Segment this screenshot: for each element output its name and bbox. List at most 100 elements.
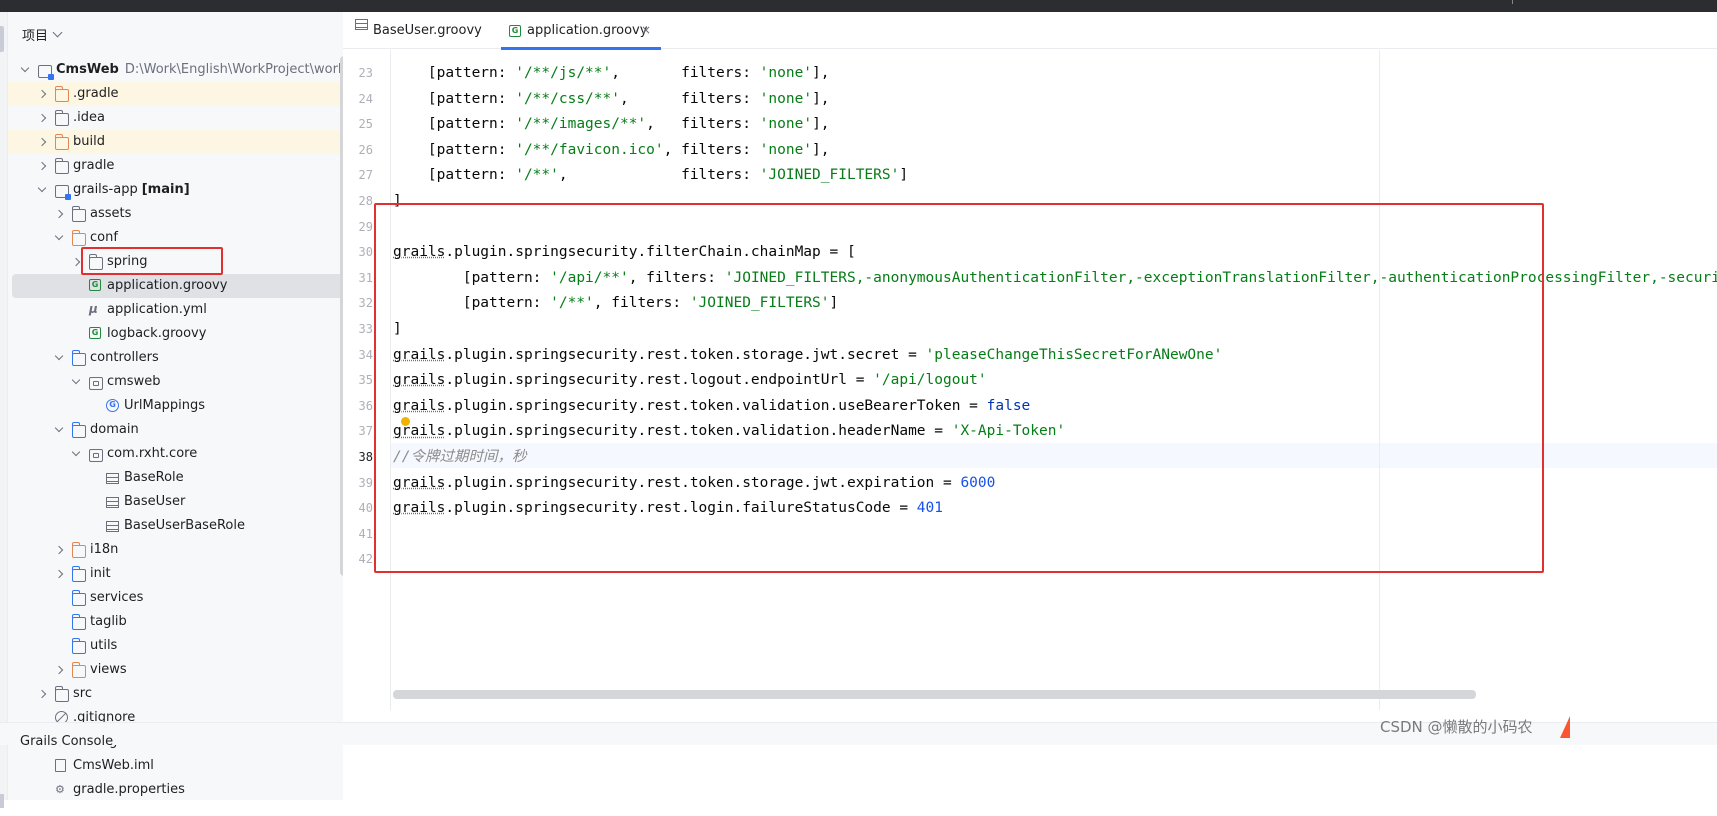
tree-item-label: controllers <box>90 346 159 370</box>
source-folder-icon <box>72 350 86 366</box>
source-folder-icon <box>72 422 86 438</box>
resource-folder-icon <box>72 662 86 678</box>
code-token: 'JOINED_FILTERS' <box>759 167 900 184</box>
tree-item[interactable]: utils <box>8 634 366 658</box>
code-token: , filters: <box>611 65 760 81</box>
tree-item[interactable]: BaseUser <box>8 490 366 514</box>
line-number: 41 <box>358 526 373 541</box>
tree-item-name: BaseUser <box>124 494 186 509</box>
tree-item-name: taglib <box>90 614 127 629</box>
chevron-right-icon[interactable] <box>37 113 47 123</box>
project-panel: 项目 CmsWeb D:\Work\English\WorkProject\wor… <box>8 12 374 800</box>
tree-item[interactable]: .idea <box>8 106 366 130</box>
chevron-right-icon[interactable] <box>37 161 47 171</box>
tree-item-name: BaseRole <box>124 470 184 485</box>
chevron-right-icon[interactable] <box>71 257 81 267</box>
code-line[interactable]: [pattern: '/**/images/**', filters: 'non… <box>393 112 830 138</box>
tree-item[interactable]: BaseRole <box>8 466 366 490</box>
code-line[interactable]: [pattern: '/**/css/**', filters: 'none']… <box>393 87 830 113</box>
chevron-right-icon[interactable] <box>54 209 64 219</box>
intention-bulb-icon[interactable] <box>401 417 410 426</box>
chevron-down-icon[interactable] <box>52 27 63 37</box>
tree-item[interactable]: src <box>8 682 366 706</box>
tree-item[interactable]: controllers <box>8 346 366 370</box>
chevron-down-icon[interactable] <box>71 447 81 457</box>
code-token: 'none' <box>759 116 813 133</box>
tree-item[interactable]: ⚙ gradle.properties <box>8 778 366 800</box>
grails-console-tab[interactable]: Grails Console <box>20 734 113 749</box>
tab-application-groovy[interactable]: G application.groovy × <box>501 12 661 50</box>
module-folder-icon <box>55 185 71 200</box>
tool-window-button[interactable] <box>0 794 4 808</box>
tree-item[interactable]: grails-app [main] <box>8 178 366 202</box>
tree-item-name: application.groovy <box>107 278 228 293</box>
tree-item[interactable]: BaseUserBaseRole <box>8 514 366 538</box>
tree-item[interactable]: G UrlMappings <box>8 394 366 418</box>
tree-item-name: conf <box>90 230 118 245</box>
tree-item[interactable]: cmsweb <box>8 370 366 394</box>
chevron-down-icon[interactable] <box>54 351 64 361</box>
tree-item[interactable]: com.rxht.core <box>8 442 366 466</box>
tree-item[interactable]: Glogback.groovy <box>8 322 366 346</box>
editor-horizontal-scrollbar[interactable] <box>393 690 1476 699</box>
tree-item-name: CmsWeb <box>56 62 119 77</box>
code-token: [pattern: <box>393 65 516 81</box>
source-folder-icon <box>72 614 86 630</box>
tree-item-name: init <box>90 566 111 581</box>
chevron-right-icon[interactable] <box>37 137 47 147</box>
line-number: 24 <box>358 91 373 106</box>
tree-item-name: com.rxht.core <box>107 446 198 461</box>
code-token: , filters: <box>558 167 760 184</box>
tree-item[interactable]: CmsWeb D:\Work\English\WorkProject\workBl… <box>8 58 373 82</box>
tree-item[interactable]: assets <box>8 202 366 226</box>
code-token: ], <box>812 90 830 107</box>
chevron-right-icon[interactable] <box>54 545 64 555</box>
tree-item[interactable]: init <box>8 562 366 586</box>
tree-item[interactable]: services <box>8 586 366 610</box>
chevron-right-icon[interactable] <box>37 89 47 99</box>
tree-item[interactable]: .gradle <box>8 82 366 106</box>
project-panel-header[interactable]: 项目 <box>8 12 373 56</box>
code-line[interactable]: [pattern: '/**/favicon.ico', filters: 'n… <box>393 138 830 164</box>
chevron-down-icon[interactable] <box>71 375 81 385</box>
project-view-title: 项目 <box>22 28 49 44</box>
line-number: 34 <box>358 347 373 362</box>
code-line[interactable]: [pattern: '/**', filters: 'JOINED_FILTER… <box>393 163 908 189</box>
chevron-right-icon[interactable] <box>37 689 47 699</box>
chevron-right-icon[interactable] <box>54 665 64 675</box>
chevron-down-icon[interactable] <box>54 231 64 241</box>
code-line[interactable]: [pattern: '/**/js/**', filters: 'none'], <box>393 61 830 87</box>
tree-item[interactable]: μ application.yml <box>8 298 366 322</box>
line-number: 25 <box>358 117 373 132</box>
tree-item-label: com.rxht.core <box>107 442 197 466</box>
chevron-right-icon[interactable] <box>54 569 64 579</box>
title-bar-control[interactable] <box>1512 0 1522 4</box>
tree-item[interactable]: taglib <box>8 610 366 634</box>
tree-item-name: controllers <box>90 350 159 365</box>
tree-item-label: .gradle <box>73 82 119 106</box>
tree-item[interactable]: CmsWeb.iml <box>8 754 366 778</box>
code-token: '/**/css/**' <box>515 90 620 107</box>
code-token: ], <box>812 65 830 81</box>
project-tool-button[interactable] <box>0 26 4 52</box>
tree-item[interactable]: gradle <box>8 154 366 178</box>
line-number: 39 <box>358 475 373 490</box>
tree-item[interactable]: i18n <box>8 538 366 562</box>
chevron-down-icon[interactable] <box>54 423 64 433</box>
tree-item-name: grails-app <box>73 182 138 197</box>
tree-item-name: assets <box>90 206 132 221</box>
chevron-down-icon[interactable] <box>20 63 30 73</box>
code-token: [pattern: <box>393 141 516 158</box>
excluded-folder-icon <box>55 86 69 102</box>
close-icon[interactable]: × <box>641 12 651 49</box>
tree-item[interactable]: Gapplication.groovy <box>12 274 362 298</box>
tree-item[interactable]: build <box>8 130 366 154</box>
code-token: ] <box>899 167 909 184</box>
line-number: 40 <box>358 501 373 516</box>
tree-item-label: src <box>73 682 92 706</box>
code-token: , filters: <box>619 90 760 107</box>
tree-item-label: .idea <box>73 106 105 130</box>
tree-item[interactable]: views <box>8 658 366 682</box>
chevron-down-icon[interactable] <box>37 183 47 193</box>
tree-item[interactable]: domain <box>8 418 366 442</box>
